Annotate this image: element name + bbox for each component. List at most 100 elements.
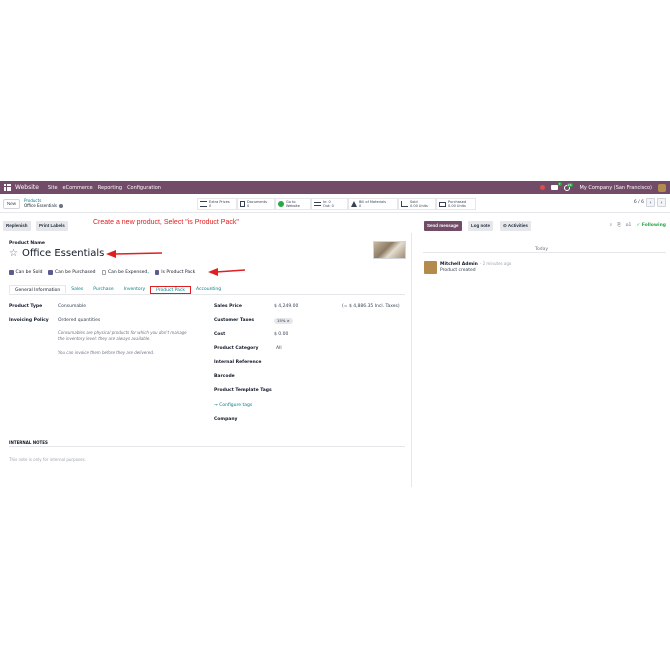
activities-button[interactable]: ⊙ Activities xyxy=(500,221,531,231)
product-name-label: Product Name xyxy=(9,241,45,246)
can-be-sold-checkbox[interactable]: Can be Sold xyxy=(9,270,42,275)
product-category-label: Product Category xyxy=(214,346,259,351)
product-type-select[interactable]: Consumable xyxy=(58,304,86,309)
product-image[interactable] xyxy=(373,241,406,259)
menu-configuration[interactable]: Configuration xyxy=(127,185,161,191)
tab-inventory[interactable]: Inventory xyxy=(119,285,151,294)
internal-reference-label: Internal Reference xyxy=(214,360,262,365)
tab-purchase[interactable]: Purchase xyxy=(88,285,118,294)
cost-label: Cost xyxy=(214,332,226,337)
annotation-arrow-name xyxy=(106,250,163,258)
flask-icon xyxy=(351,201,357,207)
list-icon xyxy=(200,201,207,207)
sales-price-label: Sales Price xyxy=(214,304,242,309)
cost-field[interactable]: $ 0.00 xyxy=(274,332,288,337)
internal-notes-editor[interactable]: This note is only for internal purposes. xyxy=(9,457,86,462)
breadcrumb-current-label: Office Essentials xyxy=(24,203,57,208)
smart-value: Website xyxy=(286,204,300,208)
form-statusbar: Replenish Print Labels Create a new prod… xyxy=(0,219,412,233)
gear-icon[interactable] xyxy=(58,203,63,208)
apps-menu-icon[interactable] xyxy=(4,184,11,191)
company-switcher[interactable]: My Company (San Francisco) xyxy=(580,185,653,191)
pager-value[interactable]: 6 / 6 xyxy=(634,200,644,205)
can-be-purchased-checkbox[interactable]: Can be Purchased xyxy=(48,270,96,275)
pager-next-button[interactable]: › xyxy=(657,198,666,207)
smart-button-documents[interactable]: Documents 0 xyxy=(237,198,275,210)
template-tags-label: Product Template Tags xyxy=(214,388,272,393)
app-title[interactable]: Website xyxy=(15,184,39,191)
followers-button[interactable]: ⍝1 xyxy=(626,222,632,228)
paperclip-icon[interactable]: ⎘ xyxy=(617,222,621,228)
log-note-button[interactable]: Log note xyxy=(468,221,493,231)
debug-bug-icon[interactable] xyxy=(539,185,545,190)
is-product-pack-checkbox[interactable]: Is Product Pack xyxy=(154,270,196,275)
replenish-button[interactable]: Replenish xyxy=(3,221,31,231)
divider xyxy=(423,252,666,253)
bar-chart-icon xyxy=(401,201,408,207)
globe-icon xyxy=(278,201,284,207)
control-panel: New Products Office Essentials Extra Pri… xyxy=(0,195,670,213)
send-message-button[interactable]: Send message xyxy=(424,221,462,231)
invoicing-policy-label: Invoicing Policy xyxy=(9,318,49,323)
menu-reporting[interactable]: Reporting xyxy=(98,185,122,191)
exchange-icon xyxy=(314,202,321,206)
help-tooltip-marker[interactable]: ? xyxy=(147,271,149,275)
date-separator: Today xyxy=(413,247,670,252)
activity-clock-icon[interactable]: 26 xyxy=(563,182,573,191)
message-time: - 2 minutes ago xyxy=(479,261,512,266)
checkbox-box[interactable] xyxy=(9,270,14,275)
odoo-screen: Website Site eCommerce Reporting Configu… xyxy=(0,181,670,487)
print-labels-button[interactable]: Print Labels xyxy=(36,221,68,231)
message-author-avatar[interactable] xyxy=(424,261,437,274)
checkbox-label: Is Product Pack xyxy=(161,270,196,275)
product-category-field[interactable]: All xyxy=(276,346,282,351)
tab-accounting[interactable]: Accounting xyxy=(191,285,226,294)
followers-count: 1 xyxy=(628,223,632,228)
date-separator-label: Today xyxy=(528,247,554,252)
tab-general-information[interactable]: General Information xyxy=(9,285,67,294)
company-label: Company xyxy=(214,417,238,422)
smart-value: 0.00 Units xyxy=(448,204,466,208)
user-avatar[interactable] xyxy=(658,183,666,192)
star-icon[interactable]: ☆ xyxy=(9,248,18,259)
invoicing-help: You can invoice them before they are del… xyxy=(58,350,155,355)
document-icon xyxy=(240,201,245,207)
breadcrumb: Products Office Essentials xyxy=(24,198,63,208)
menu-ecommerce[interactable]: eCommerce xyxy=(63,185,93,191)
pager-previous-button[interactable]: ‹ xyxy=(646,198,655,207)
checkbox-box[interactable] xyxy=(154,270,160,275)
checkbox-box[interactable] xyxy=(48,270,53,275)
checkbox-box[interactable] xyxy=(101,270,106,275)
tax-tag[interactable]: 15% × xyxy=(274,318,293,324)
tab-product-pack[interactable]: Product Pack xyxy=(150,286,192,294)
checkbox-label: Can be Purchased xyxy=(54,270,96,275)
following-button[interactable]: ✓ Following xyxy=(636,223,666,228)
smart-button-extra-prices[interactable]: Extra Prices 0 xyxy=(197,198,237,210)
search-icon[interactable]: ⌕ xyxy=(610,222,613,228)
smart-button-purchased[interactable]: Purchased 0.00 Units xyxy=(436,198,476,210)
breadcrumb-current: Office Essentials xyxy=(24,203,63,208)
chat-icon[interactable]: 7 xyxy=(550,182,562,190)
smart-value: 0.00 Units xyxy=(410,204,428,208)
pager: 6 / 6 ‹ › xyxy=(634,198,666,207)
smart-button-sold[interactable]: Sold 0.00 Units xyxy=(398,198,436,210)
smart-button-in-out[interactable]: In: 0 Out: 0 xyxy=(311,198,348,210)
message-author[interactable]: Mitchell Admin xyxy=(440,262,478,267)
configure-tags-link[interactable]: → Configure tags xyxy=(214,403,252,408)
sales-price-field[interactable]: $ 4,249.00 xyxy=(274,304,298,309)
top-navbar: Website Site eCommerce Reporting Configu… xyxy=(0,181,670,194)
smart-button-bill-of-materials[interactable]: Bill of Materials 0 xyxy=(348,198,398,210)
product-flags: Can be Sold Can be Purchased Can be Expe… xyxy=(9,270,201,275)
tab-sales[interactable]: Sales xyxy=(66,285,88,294)
menu-site[interactable]: Site xyxy=(48,185,58,191)
can-be-expensed-checkbox[interactable]: Can be Expensed? xyxy=(101,270,149,275)
activity-badge: 26 xyxy=(566,182,573,187)
message-body: Product created xyxy=(440,268,476,273)
new-button[interactable]: New xyxy=(3,199,21,209)
invoicing-policy-select[interactable]: Ordered quantities xyxy=(58,318,100,323)
smart-button-go-to-website[interactable]: Go to Website xyxy=(275,198,311,210)
form-sheet: Product Name ☆ Office Essentials Can be … xyxy=(0,233,412,487)
barcode-label: Barcode xyxy=(214,374,235,379)
chatter: Send message Log note ⊙ Activities ⌕ ⎘ ⍝… xyxy=(413,219,670,487)
product-name-field[interactable]: Office Essentials xyxy=(22,248,104,259)
